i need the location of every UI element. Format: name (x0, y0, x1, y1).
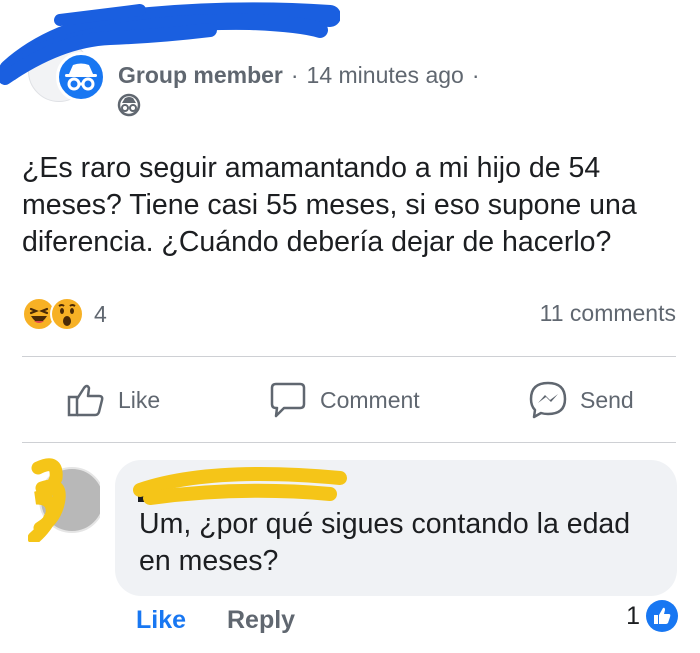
comment-likes-count: 1 (626, 601, 640, 630)
reactions-summary[interactable]: 4 (22, 294, 107, 334)
comment-button[interactable]: Comment (268, 378, 420, 422)
like-badge-icon (646, 600, 678, 632)
redaction-scribble-yellow (133, 467, 347, 505)
comments-count[interactable]: 11 comments (540, 300, 676, 327)
send-button[interactable]: Send (528, 378, 634, 422)
like-button[interactable]: Like (66, 378, 160, 422)
comment-reply-button[interactable]: Reply (227, 606, 295, 635)
post-meta: Group member · 14 minutes ago · (118, 62, 488, 89)
comment-bubble-icon (270, 382, 306, 418)
send-label: Send (580, 386, 634, 413)
meta-separator: · (290, 62, 299, 88)
comment-text: Um, ¿por qué sigues contando la edad en … (139, 508, 631, 577)
post-body: ¿Es raro seguir amamantando a mi hijo de… (22, 152, 637, 258)
comment-label: Comment (320, 386, 420, 413)
comment-like-button[interactable]: Like (136, 606, 186, 635)
wow-emoji-icon (50, 297, 84, 331)
meta-separator-trailing: · (471, 62, 480, 88)
like-label: Like (118, 386, 161, 413)
thumbs-up-icon (67, 384, 104, 417)
reaction-count: 4 (94, 300, 107, 327)
divider-bottom (22, 442, 676, 443)
anonymous-member-icon (56, 52, 106, 102)
messenger-icon (529, 381, 567, 419)
author-name[interactable]: Group member (118, 62, 283, 89)
post-timestamp[interactable]: 14 minutes ago (307, 62, 464, 89)
divider-top (22, 356, 676, 357)
anonymous-icon (117, 93, 141, 117)
comment-likes[interactable]: 1 (626, 600, 678, 632)
commenter-avatar[interactable] (28, 458, 100, 542)
group-avatar[interactable] (28, 40, 106, 102)
